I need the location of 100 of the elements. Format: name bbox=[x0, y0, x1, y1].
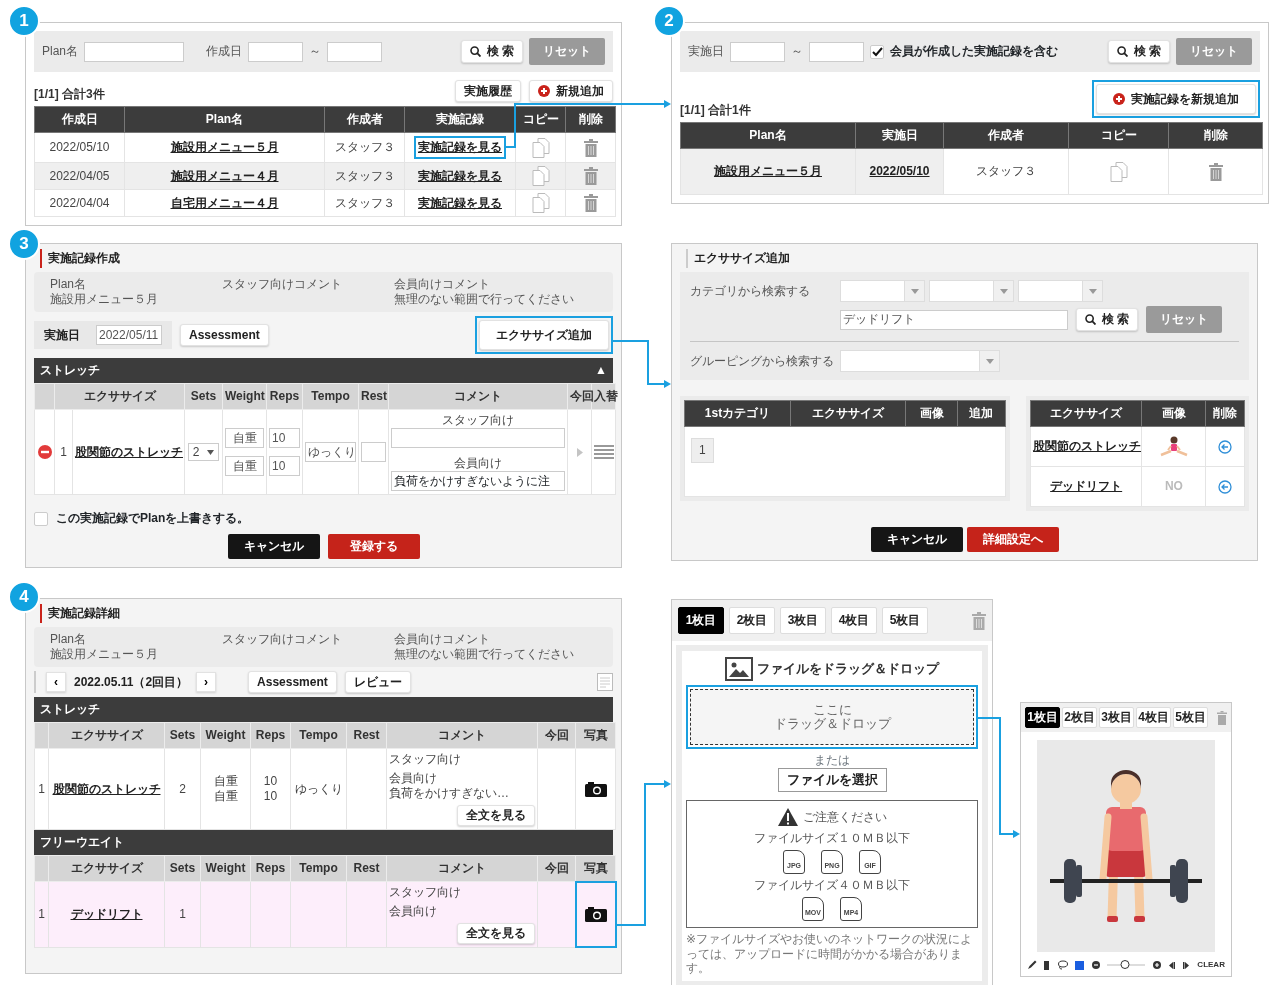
collapse-toggle[interactable]: ▲ bbox=[595, 363, 607, 379]
date-from-field[interactable] bbox=[730, 41, 785, 62]
checkbox[interactable] bbox=[870, 44, 884, 59]
photo-tab[interactable]: 2枚目 bbox=[1062, 707, 1097, 728]
trash-icon[interactable] bbox=[1217, 710, 1227, 725]
range-separator: ～ bbox=[309, 44, 322, 59]
step-back-icon[interactable] bbox=[1168, 961, 1176, 969]
photo-tab[interactable]: 4枚目 bbox=[831, 607, 877, 634]
info-label: 会員向けコメント bbox=[394, 277, 492, 292]
arrow-left-circle-icon[interactable] bbox=[1218, 439, 1233, 454]
zoom-out-icon[interactable] bbox=[1091, 961, 1100, 969]
step-forward-icon[interactable] bbox=[1182, 961, 1190, 969]
staff-comment-field[interactable] bbox=[391, 428, 565, 449]
lasso-icon[interactable] bbox=[1056, 960, 1068, 970]
copy-icon[interactable] bbox=[531, 193, 550, 214]
trash-icon[interactable] bbox=[583, 194, 598, 213]
reps-field[interactable]: 10 bbox=[269, 428, 300, 449]
plan-name-field[interactable] bbox=[84, 41, 185, 62]
submit-button[interactable]: 登録する bbox=[327, 534, 420, 560]
photo-tab[interactable]: 1枚目 bbox=[1025, 707, 1060, 728]
photo-tab[interactable]: 5枚目 bbox=[1173, 707, 1208, 728]
cancel-button[interactable]: キャンセル bbox=[870, 527, 963, 552]
play-icon[interactable] bbox=[576, 447, 583, 457]
clear-button[interactable]: CLEAR bbox=[1197, 960, 1225, 970]
table-cell: 1 bbox=[164, 881, 201, 948]
date-to-field[interactable] bbox=[327, 41, 383, 62]
camera-icon[interactable] bbox=[584, 781, 607, 798]
drag-handle-icon[interactable] bbox=[594, 445, 614, 460]
trash-icon[interactable] bbox=[972, 611, 986, 630]
zoom-in-icon[interactable] bbox=[1152, 961, 1161, 969]
photo-tab[interactable]: 1枚目 bbox=[678, 607, 724, 634]
checkbox[interactable] bbox=[34, 511, 48, 526]
copy-icon[interactable] bbox=[1109, 161, 1128, 182]
member-comment-field[interactable]: 負荷をかけすぎないように注 bbox=[391, 471, 565, 492]
add-exercise-button[interactable]: エクササイズ追加 bbox=[479, 320, 609, 351]
category-select[interactable] bbox=[929, 280, 1014, 302]
size-limit: ファイルサイズ１０ＭＢ以下 bbox=[753, 831, 911, 847]
assessment-button[interactable]: Assessment bbox=[248, 671, 337, 694]
cancel-button[interactable]: キャンセル bbox=[227, 534, 320, 560]
review-button[interactable]: レビュー bbox=[344, 671, 411, 694]
assessment-button[interactable]: Assessment bbox=[180, 324, 269, 347]
no-image-label: NO bbox=[1164, 479, 1183, 493]
arrow-left-circle-icon[interactable] bbox=[1218, 479, 1233, 494]
copy-icon[interactable] bbox=[531, 137, 550, 158]
add-button[interactable]: 新規追加 bbox=[529, 80, 613, 103]
next-button[interactable]: › bbox=[196, 672, 217, 693]
tempo-field[interactable]: ゆっくり bbox=[305, 442, 356, 463]
photo-tab[interactable]: 2枚目 bbox=[729, 607, 775, 634]
field-label: Plan名 bbox=[42, 44, 79, 59]
photo-tab[interactable]: 3枚目 bbox=[1099, 707, 1134, 728]
category-select[interactable] bbox=[1018, 280, 1103, 302]
add-record-button[interactable]: 実施記録を新規追加 bbox=[1096, 84, 1256, 115]
date-field[interactable]: 2022/05/11 bbox=[96, 325, 162, 346]
column-header: Sets bbox=[184, 383, 223, 410]
column-header: Rest bbox=[346, 722, 387, 749]
search-button[interactable]: 検 索 bbox=[1076, 308, 1139, 331]
page-button[interactable]: 1 bbox=[691, 438, 714, 463]
weight-field[interactable]: 自重 bbox=[225, 456, 264, 477]
plan-link[interactable]: 施設用メニュー５月 bbox=[714, 164, 822, 179]
copy-icon[interactable] bbox=[531, 166, 550, 187]
reps-field[interactable]: 10 bbox=[269, 456, 300, 477]
step-marker: 1 bbox=[8, 5, 40, 37]
color-swatch[interactable] bbox=[1075, 960, 1085, 970]
drop-zone[interactable]: ここに ドラッグ＆ドロップ bbox=[690, 689, 974, 745]
photo-tab[interactable]: 3枚目 bbox=[780, 607, 826, 634]
memo-icon[interactable] bbox=[597, 673, 613, 692]
column-header: 画像 bbox=[1141, 400, 1206, 427]
search-button[interactable]: 検 索 bbox=[460, 40, 523, 63]
category-select[interactable] bbox=[840, 280, 925, 302]
keyword-field[interactable]: デッドリフト bbox=[840, 309, 1068, 330]
photo-tab[interactable]: 4枚目 bbox=[1136, 707, 1171, 728]
exercise-link[interactable]: デッドリフト bbox=[70, 906, 143, 921]
full-text-button[interactable]: 全文を見る bbox=[457, 923, 535, 944]
info-value: 施設用メニュー５月 bbox=[50, 292, 159, 307]
previous-button[interactable]: ‹ bbox=[46, 672, 66, 693]
next-button[interactable]: 詳細設定へ bbox=[966, 527, 1059, 552]
field-label: 作成日 bbox=[206, 44, 243, 59]
eraser-icon[interactable] bbox=[1044, 960, 1050, 970]
minus-circle-icon[interactable] bbox=[37, 445, 52, 460]
history-button[interactable]: 実施履歴 bbox=[455, 80, 521, 103]
result-count: [1/1] 合計3件 bbox=[34, 87, 105, 103]
full-text-button[interactable]: 全文を見る bbox=[457, 805, 535, 826]
pen-icon[interactable] bbox=[1027, 960, 1037, 970]
choose-file-button[interactable]: ファイルを選択 bbox=[777, 768, 887, 793]
date-from-field[interactable] bbox=[248, 41, 304, 62]
trash-icon[interactable] bbox=[1208, 162, 1223, 181]
weight-field[interactable]: 自重 bbox=[225, 428, 264, 449]
trash-icon[interactable] bbox=[583, 167, 598, 186]
sets-select[interactable]: 2 bbox=[187, 443, 220, 462]
slider-thumb[interactable] bbox=[1120, 960, 1129, 969]
exercise-link[interactable]: 股関節のストレッチ bbox=[75, 444, 183, 459]
date-to-field[interactable] bbox=[809, 41, 864, 62]
photo-tab[interactable]: 5枚目 bbox=[882, 607, 928, 634]
grouping-select[interactable] bbox=[840, 350, 1000, 372]
camera-icon[interactable] bbox=[584, 906, 607, 923]
search-button[interactable]: 検 索 bbox=[1107, 40, 1170, 63]
column-header: エクササイズ bbox=[54, 383, 185, 410]
rest-field[interactable] bbox=[361, 442, 386, 463]
trash-icon[interactable] bbox=[583, 138, 598, 157]
exercise-link[interactable]: 股関節のストレッチ bbox=[52, 781, 161, 796]
